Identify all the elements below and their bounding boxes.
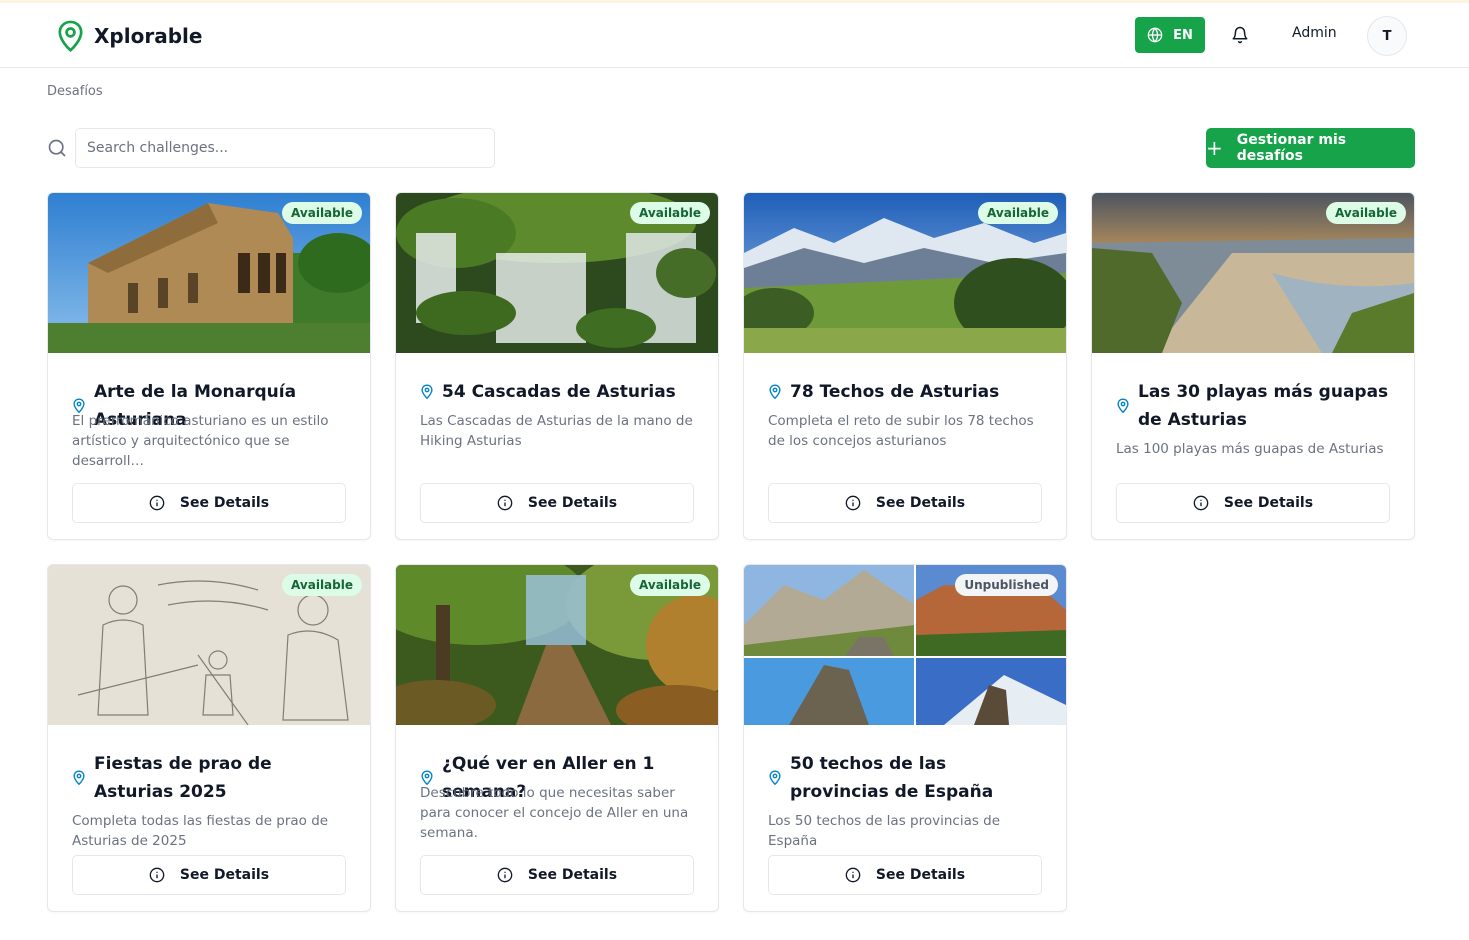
- see-details-label: See Details: [527, 867, 618, 883]
- challenge-description: Las 100 playas más guapas de Asturias: [1116, 441, 1384, 457]
- map-pin-icon: [421, 384, 433, 400]
- bell-icon[interactable]: [1231, 26, 1249, 44]
- challenge-image[interactable]: Available: [744, 193, 1066, 353]
- map-pin-icon: [769, 770, 781, 786]
- see-details-button[interactable]: See Details: [72, 483, 346, 523]
- challenge-image[interactable]: Available: [396, 193, 718, 353]
- info-icon: [845, 867, 861, 883]
- status-badge: Available: [630, 202, 710, 224]
- language-label: EN: [1173, 27, 1193, 43]
- app-name: Xplorable: [94, 24, 203, 48]
- search-input[interactable]: [75, 128, 495, 168]
- challenge-image[interactable]: Available: [48, 565, 370, 725]
- challenge-card[interactable]: Available ¿Qué ver en Aller en 1 semana?…: [395, 564, 719, 912]
- see-details-label: See Details: [527, 495, 618, 511]
- see-details-label: See Details: [179, 495, 270, 511]
- see-details-button[interactable]: See Details: [1116, 483, 1390, 523]
- status-badge: Available: [282, 574, 362, 596]
- challenge-title[interactable]: 78 Techos de Asturias: [768, 378, 1048, 406]
- avatar[interactable]: T: [1367, 16, 1407, 56]
- challenge-image[interactable]: Available: [396, 565, 718, 725]
- challenge-card[interactable]: Available Arte de la Monarquía Asturiana…: [47, 192, 371, 540]
- challenge-title-text: 50 techos de las provincias de España: [790, 754, 994, 802]
- see-details-button[interactable]: See Details: [768, 855, 1042, 895]
- challenge-title-text: Las 30 playas más guapas de Asturias: [1138, 382, 1389, 430]
- see-details-button[interactable]: See Details: [420, 483, 694, 523]
- globe-icon: [1147, 27, 1163, 43]
- challenge-description: Descubre todo lo que necesitas saber par…: [420, 785, 689, 841]
- challenge-title-text: Fiestas de prao de Asturias 2025: [94, 754, 272, 802]
- challenge-title-text: 54 Cascadas de Asturias: [442, 382, 676, 402]
- challenge-description: Completa todas las fiestas de prao de As…: [72, 813, 329, 849]
- see-details-label: See Details: [875, 495, 966, 511]
- challenge-title-text: 78 Techos de Asturias: [790, 382, 1000, 402]
- challenge-card[interactable]: Available 78 Techos de Asturias Completa…: [743, 192, 1067, 540]
- challenge-title[interactable]: Fiestas de prao de Asturias 2025: [72, 750, 352, 806]
- challenge-description: Las Cascadas de Asturias de la mano de H…: [420, 413, 693, 449]
- challenge-description: El prerrománico asturiano es un estilo a…: [72, 413, 329, 469]
- challenge-card[interactable]: Available 54 Cascadas de Asturias Las Ca…: [395, 192, 719, 540]
- see-details-button[interactable]: See Details: [420, 855, 694, 895]
- map-pin-icon: [73, 770, 85, 786]
- challenge-card[interactable]: Available Fiestas de prao de Asturias 20…: [47, 564, 371, 912]
- map-pin-logo-icon: [58, 20, 83, 52]
- status-badge: Available: [282, 202, 362, 224]
- map-pin-icon: [769, 384, 781, 400]
- info-icon: [497, 867, 513, 883]
- challenge-description: Completa el reto de subir los 78 techos …: [768, 413, 1034, 449]
- see-details-label: See Details: [1223, 495, 1314, 511]
- info-icon: [1193, 495, 1209, 511]
- info-icon: [149, 495, 165, 511]
- see-details-label: See Details: [179, 867, 270, 883]
- plus-icon: +: [1206, 136, 1223, 160]
- status-badge: Unpublished: [955, 574, 1058, 596]
- challenge-title[interactable]: 54 Cascadas de Asturias: [420, 378, 700, 406]
- challenge-title[interactable]: Las 30 playas más guapas de Asturias: [1116, 378, 1396, 434]
- challenge-image[interactable]: Unpublished: [744, 565, 1066, 725]
- challenge-card[interactable]: Unpublished 50 techos de las provincias …: [743, 564, 1067, 912]
- info-icon: [845, 495, 861, 511]
- info-icon: [149, 867, 165, 883]
- status-badge: Available: [630, 574, 710, 596]
- see-details-button[interactable]: See Details: [768, 483, 1042, 523]
- see-details-button[interactable]: See Details: [72, 855, 346, 895]
- challenge-card[interactable]: Available Las 30 playas más guapas de As…: [1091, 192, 1415, 540]
- user-name[interactable]: Admin: [1292, 25, 1337, 41]
- status-badge: Available: [1326, 202, 1406, 224]
- language-button[interactable]: EN: [1135, 17, 1205, 53]
- app-logo[interactable]: Xplorable: [57, 20, 202, 52]
- challenge-title[interactable]: 50 techos de las provincias de España: [768, 750, 1048, 806]
- map-pin-icon: [1117, 398, 1129, 414]
- manage-challenges-button[interactable]: + Gestionar mis desafíos: [1206, 128, 1415, 168]
- challenge-description: Los 50 techos de las provincias de Españ…: [768, 813, 1001, 849]
- top-navbar: Xplorable EN Admin T: [0, 3, 1469, 68]
- search-icon: [48, 139, 66, 157]
- status-badge: Available: [978, 202, 1058, 224]
- see-details-label: See Details: [875, 867, 966, 883]
- challenge-image[interactable]: Available: [48, 193, 370, 353]
- breadcrumb[interactable]: Desafíos: [47, 84, 103, 99]
- challenge-image[interactable]: Available: [1092, 193, 1414, 353]
- info-icon: [497, 495, 513, 511]
- manage-challenges-label: Gestionar mis desafíos: [1236, 132, 1347, 164]
